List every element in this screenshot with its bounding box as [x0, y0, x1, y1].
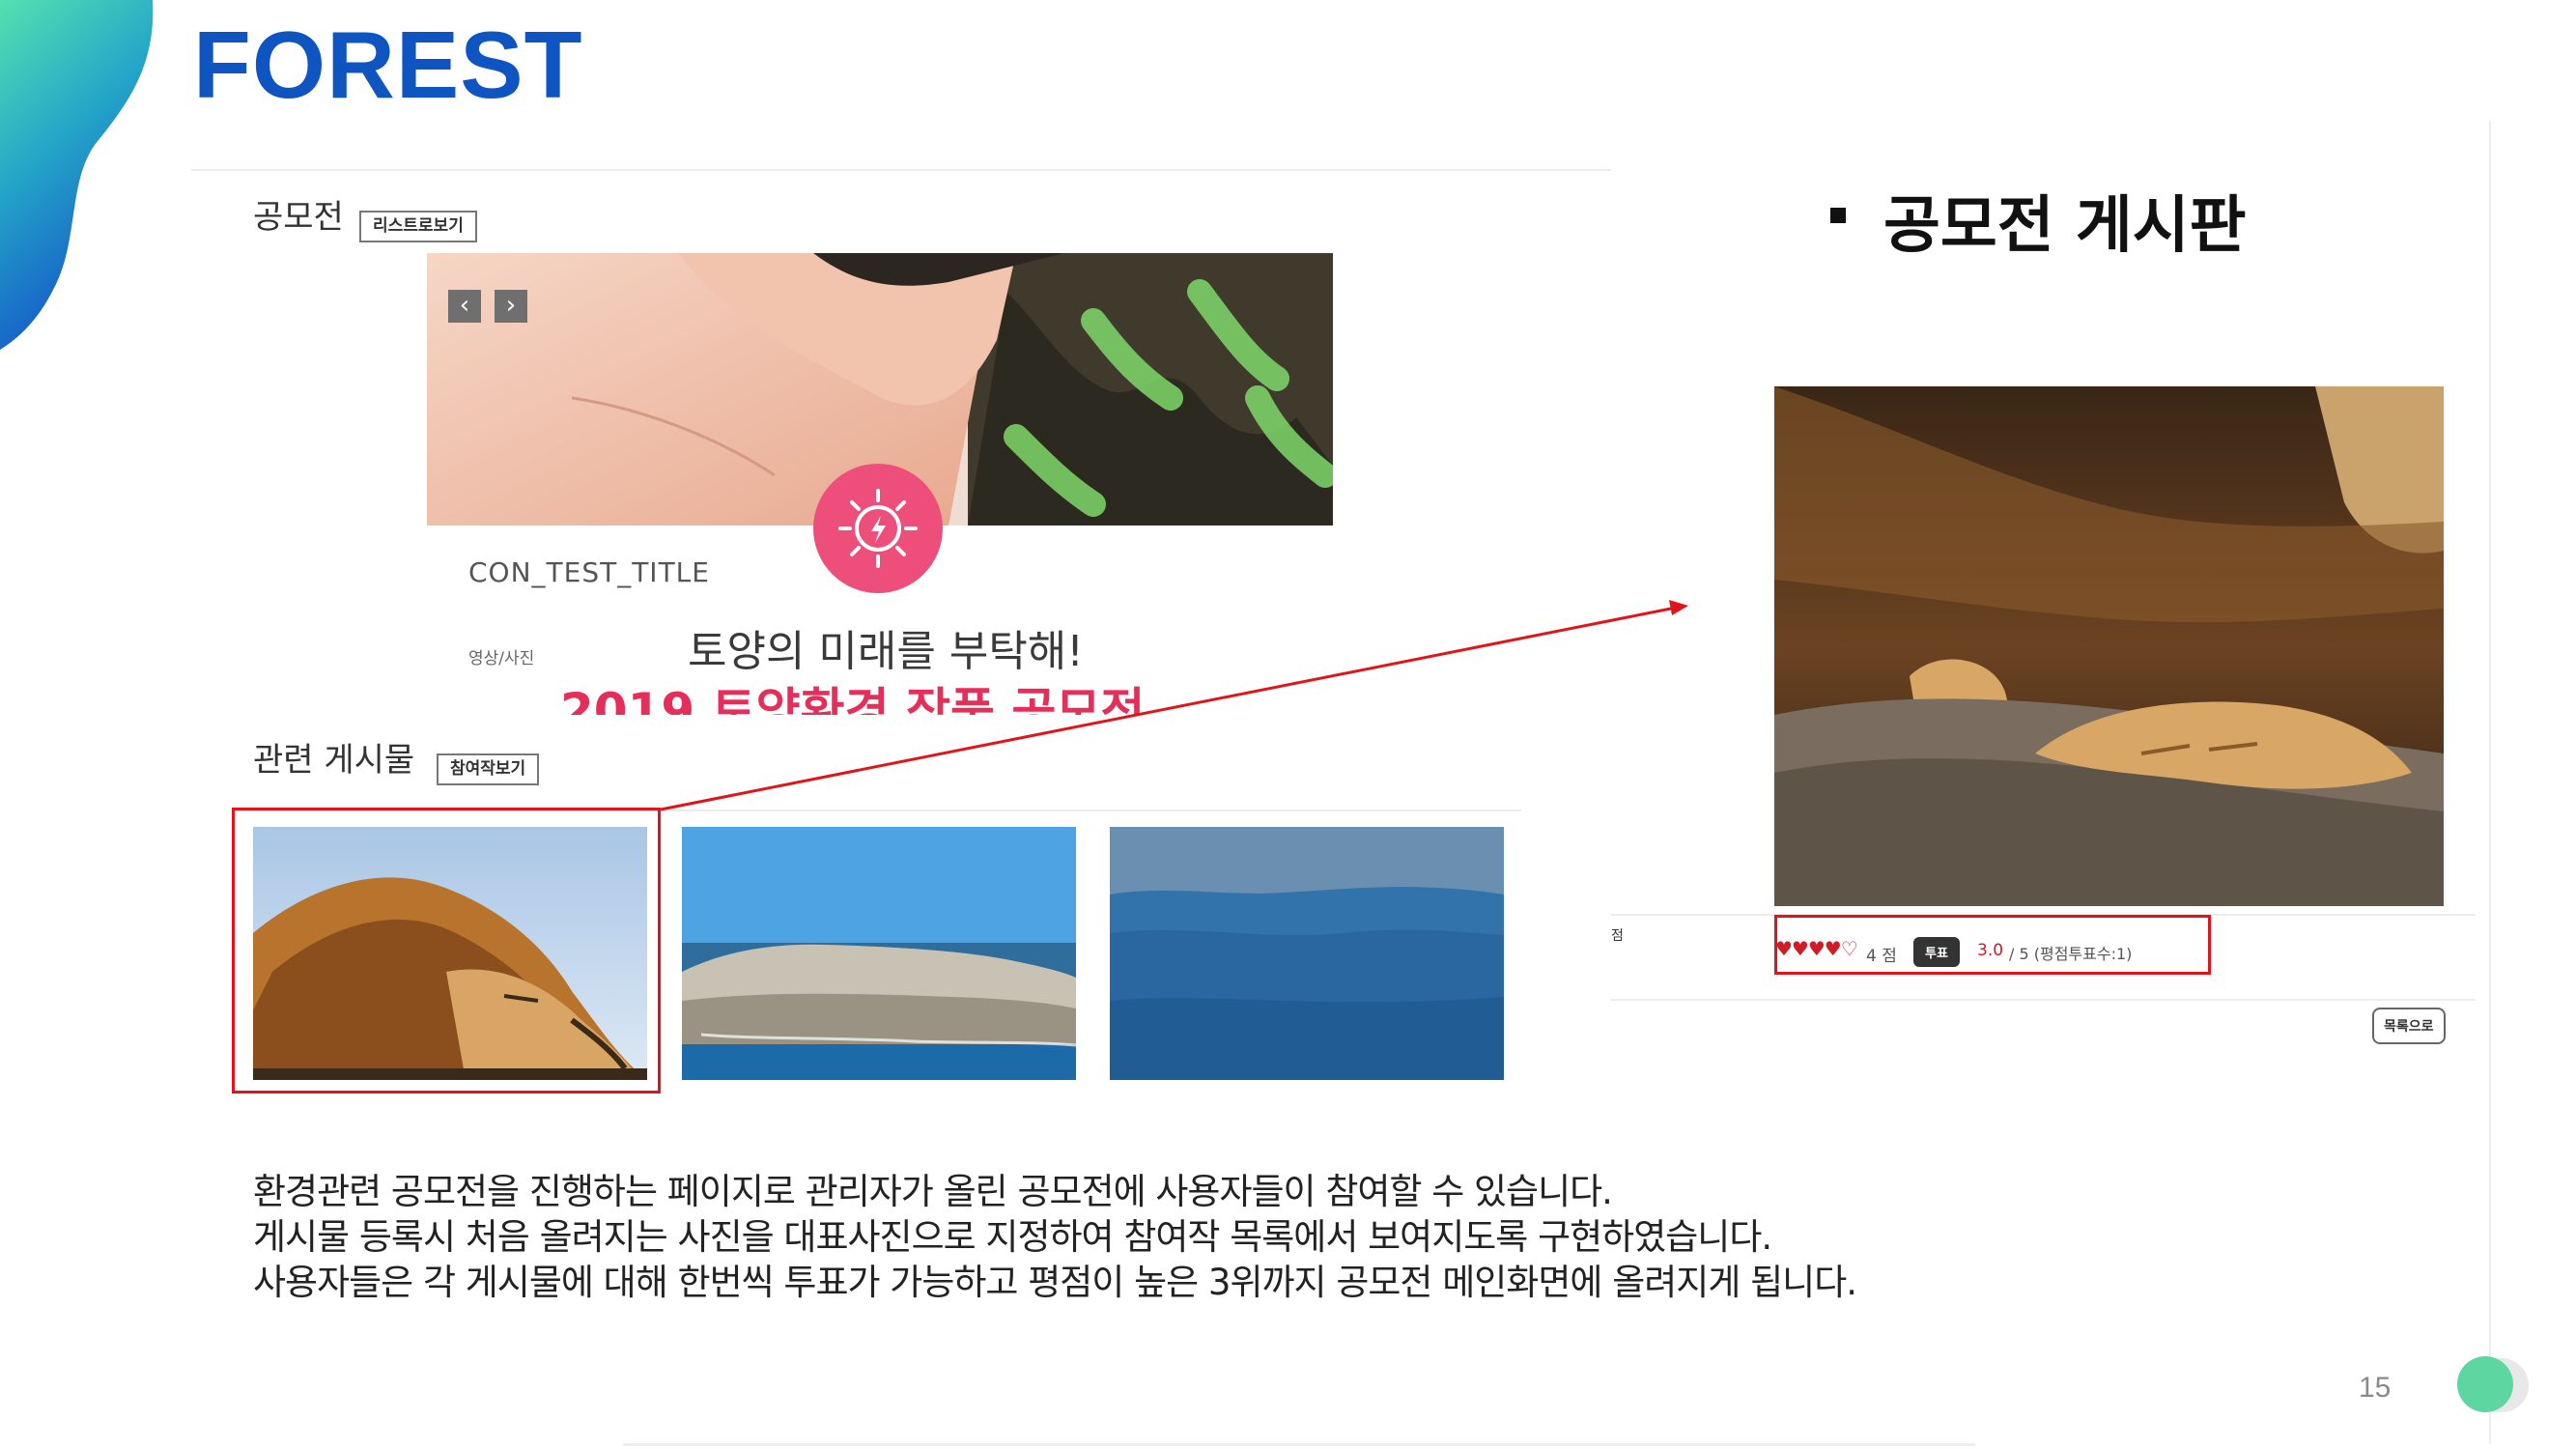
blue-mountains-thumbnail[interactable]: [1110, 827, 1504, 1080]
toggle-knob: [2457, 1356, 2513, 1412]
description-line: 사용자들은 각 게시물에 대해 한번씩 투표가 가능하고 평점이 높은 3위까지…: [253, 1262, 1857, 1303]
divider: [1611, 999, 2476, 1001]
back-to-list-button[interactable]: 목록으로: [2372, 1008, 2446, 1044]
divider: [191, 169, 1611, 171]
divider: [2489, 121, 2491, 1444]
banner-next-button[interactable]: ›: [495, 290, 527, 323]
rating-highlight: [1774, 915, 2211, 975]
corner-decoration: [0, 0, 154, 350]
description-line: 게시물 등록시 처음 올려지는 사진을 대표사진으로 지정하여 참여작 목록에서…: [253, 1216, 1772, 1258]
contest-heading-clip: 2019 토양환경 작품 공모전: [560, 667, 1198, 715]
related-posts-title: 관련 게시물: [253, 741, 415, 780]
contest-category: 영상/사진: [468, 649, 535, 668]
sun-badge-icon: [813, 464, 943, 593]
board-title: 공모전 게시판: [1883, 190, 2247, 262]
description-text: 환경관련 공모전을 진행하는 페이지로 관리자가 올린 공모전에 사용자들이 참…: [253, 1169, 1857, 1305]
banner-prev-button[interactable]: ‹: [448, 290, 481, 323]
view-entries-button[interactable]: 참여작보기: [437, 753, 540, 785]
lion-detail-image: [1774, 386, 2444, 906]
description-line: 환경관련 공모전을 진행하는 페이지로 관리자가 올린 공모전에 사용자들이 참…: [253, 1171, 1613, 1212]
title-bullet: [1830, 208, 1846, 223]
divider: [623, 1443, 1975, 1446]
rocky-coast-thumbnail[interactable]: [682, 827, 1076, 1080]
score-label: 점: [1611, 928, 1624, 944]
brand-title: FOREST: [193, 12, 583, 118]
page-number: 15: [2359, 1372, 2392, 1404]
contest-heading-line2: 2019 토양환경 작품 공모전: [560, 683, 1146, 715]
list-view-button[interactable]: 리스트로보기: [359, 211, 477, 242]
contest-section-title: 공모전: [253, 198, 344, 237]
contest-id-text: CON_TEST_TITLE: [468, 556, 710, 588]
selected-thumbnail-highlight: [232, 808, 661, 1094]
